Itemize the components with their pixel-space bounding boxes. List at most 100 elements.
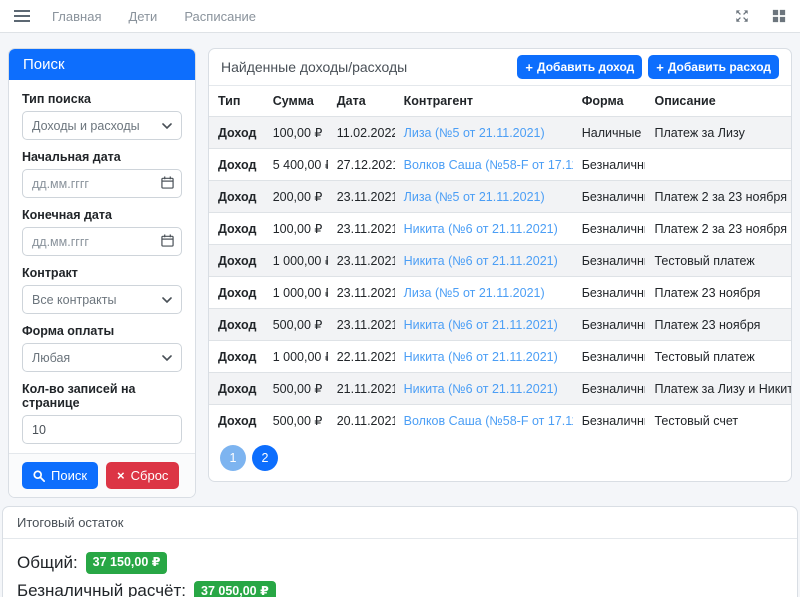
add-expense-button[interactable]: + Добавить расход (648, 55, 779, 79)
cell-amount: 1 000,00 ₽ (264, 341, 328, 373)
cell-type: Доход (209, 309, 264, 341)
grid-icon (772, 9, 786, 23)
add-income-button[interactable]: + Добавить доход (517, 55, 642, 79)
reset-button[interactable]: × Сброс (106, 462, 179, 489)
cell-type: Доход (209, 341, 264, 373)
grid-menu-button[interactable] (772, 9, 786, 23)
cell-date: 11.02.2022 (328, 117, 395, 149)
hamburger-icon (14, 9, 30, 23)
cell-date: 20.11.2021 (328, 405, 395, 437)
plus-icon: + (525, 61, 533, 74)
contractor-link[interactable]: Никита (№6 от 21.11.2021) (404, 350, 558, 364)
col-header-form: Форма (573, 86, 646, 117)
payment-form-label: Форма оплаты (22, 324, 182, 338)
per-page-label: Кол-во записей на странице (22, 382, 182, 410)
nav-link-home[interactable]: Главная (52, 9, 101, 24)
search-form: Тип поиска Доходы и расходы Начальная да… (9, 80, 195, 453)
cell-type: Доход (209, 373, 264, 405)
cell-form: Безналичные (573, 341, 646, 373)
end-date-label: Конечная дата (22, 208, 182, 222)
nav-link-children[interactable]: Дети (128, 9, 157, 24)
search-type-select[interactable]: Доходы и расходы (22, 111, 182, 140)
cell-date: 23.11.2021 (328, 181, 395, 213)
contractor-link[interactable]: Волков Саша (№58-F от 17.11.2021) (404, 158, 573, 172)
end-date-input[interactable] (22, 227, 182, 256)
search-card: Поиск Тип поиска Доходы и расходы Началь… (8, 48, 196, 498)
nav-link-schedule[interactable]: Расписание (184, 9, 256, 24)
cell-amount: 200,00 ₽ (264, 181, 328, 213)
contractor-link[interactable]: Волков Саша (№58-F от 17.11.2021) (404, 414, 573, 428)
results-card: Найденные доходы/расходы + Добавить дохо… (208, 48, 792, 482)
total-overall-label: Общий: (17, 553, 78, 573)
contractor-link[interactable]: Лиза (№5 от 21.11.2021) (404, 190, 545, 204)
cell-form: Безналичные (573, 245, 646, 277)
table-row: Доход 1 000,00 ₽ 22.11.2021 Никита (№6 о… (209, 341, 791, 373)
contract-select[interactable]: Все контракты (22, 285, 182, 314)
cell-type: Доход (209, 277, 264, 309)
table-row: Доход 1 000,00 ₽ 23.11.2021 Никита (№6 о… (209, 245, 791, 277)
close-icon: × (117, 469, 125, 482)
totals-card: Итоговый остаток Общий: 37 150,00 ₽ Безн… (2, 506, 798, 597)
contractor-link[interactable]: Никита (№6 от 21.11.2021) (404, 254, 558, 268)
add-expense-label: Добавить расход (668, 60, 771, 74)
contractor-link[interactable]: Никита (№6 от 21.11.2021) (404, 222, 558, 236)
cell-description: Платеж 2 за 23 ноября (645, 213, 791, 245)
payment-form-select[interactable]: Любая (22, 343, 182, 372)
contractor-link[interactable]: Лиза (№5 от 21.11.2021) (404, 126, 545, 140)
search-icon (33, 470, 45, 482)
table-row: Доход 200,00 ₽ 23.11.2021 Лиза (№5 от 21… (209, 181, 791, 213)
search-type-value: Доходы и расходы (32, 119, 140, 133)
col-header-date: Дата (328, 86, 395, 117)
navbar-right (735, 9, 786, 23)
cell-description (645, 149, 791, 181)
search-actions: Поиск × Сброс (9, 453, 195, 497)
totals-title: Итоговый остаток (3, 507, 797, 539)
cell-form: Наличные (573, 117, 646, 149)
table-row: Доход 5 400,00 ₽ 27.12.2021 Волков Саша … (209, 149, 791, 181)
cell-type: Доход (209, 149, 264, 181)
cell-date: 21.11.2021 (328, 373, 395, 405)
cell-amount: 100,00 ₽ (264, 213, 328, 245)
cell-form: Безналичные (573, 181, 646, 213)
cell-description: Платеж за Лизу и Никиту (645, 373, 791, 405)
results-title: Найденные доходы/расходы (221, 59, 407, 75)
search-button-label: Поиск (51, 468, 87, 483)
search-type-label: Тип поиска (22, 92, 182, 106)
cell-date: 23.11.2021 (328, 213, 395, 245)
start-date-input[interactable] (22, 169, 182, 198)
contractor-link[interactable]: Никита (№6 от 21.11.2021) (404, 382, 558, 396)
cell-date: 27.12.2021 (328, 149, 395, 181)
total-overall-badge: 37 150,00 ₽ (86, 552, 168, 574)
search-sidebar: Поиск Тип поиска Доходы и расходы Началь… (8, 48, 196, 498)
pagination: 1 2 (209, 436, 791, 481)
page-button-1[interactable]: 1 (220, 445, 246, 471)
cell-form: Безналичные (573, 213, 646, 245)
contractor-link[interactable]: Никита (№6 от 21.11.2021) (404, 318, 558, 332)
fullscreen-button[interactable] (735, 9, 749, 23)
cell-description: Тестовый платеж (645, 245, 791, 277)
cell-form: Безналичные (573, 277, 646, 309)
contractor-link[interactable]: Лиза (№5 от 21.11.2021) (404, 286, 545, 300)
cell-amount: 500,00 ₽ (264, 309, 328, 341)
cell-amount: 1 000,00 ₽ (264, 277, 328, 309)
chevron-down-icon (162, 297, 172, 303)
table-row: Доход 1 000,00 ₽ 23.11.2021 Лиза (№5 от … (209, 277, 791, 309)
page-button-2[interactable]: 2 (252, 445, 278, 471)
col-header-description: Описание (645, 86, 791, 117)
content-area: Поиск Тип поиска Доходы и расходы Началь… (0, 33, 800, 597)
cell-amount: 5 400,00 ₽ (264, 149, 328, 181)
per-page-input[interactable] (22, 415, 182, 444)
table-header-row: Тип Сумма Дата Контрагент Форма Описание (209, 86, 791, 117)
reset-button-label: Сброс (131, 468, 169, 483)
search-panel-title: Поиск (9, 49, 195, 80)
chevron-down-icon (162, 123, 172, 129)
search-button[interactable]: Поиск (22, 462, 98, 489)
start-date-label: Начальная дата (22, 150, 182, 164)
cell-description: Тестовый счет (645, 405, 791, 437)
menu-icon[interactable] (14, 9, 30, 23)
col-header-contractor: Контрагент (395, 86, 573, 117)
table-row: Доход 500,00 ₽ 20.11.2021 Волков Саша (№… (209, 405, 791, 437)
cell-date: 23.11.2021 (328, 277, 395, 309)
results-table: Тип Сумма Дата Контрагент Форма Описание… (209, 86, 791, 436)
total-cashless-badge: 37 050,00 ₽ (194, 581, 276, 597)
